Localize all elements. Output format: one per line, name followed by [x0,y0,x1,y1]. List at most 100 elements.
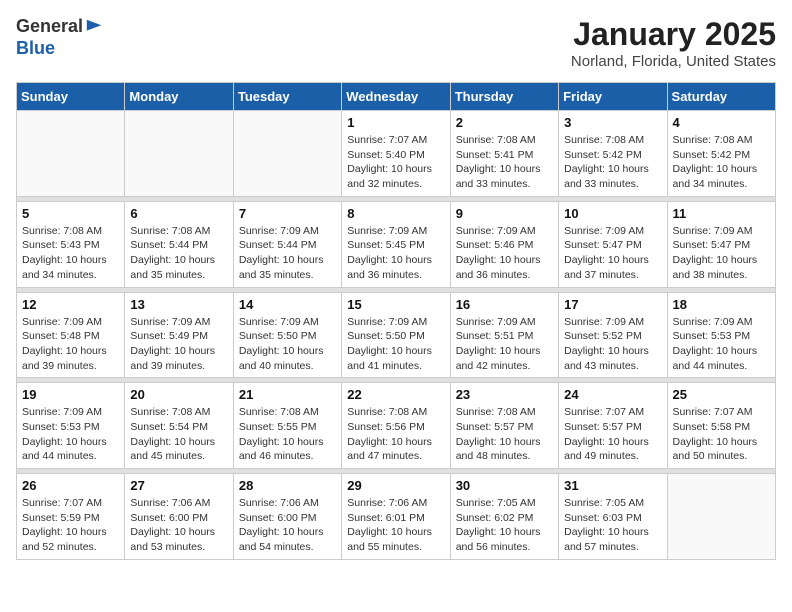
day-info: Sunrise: 7:09 AM Sunset: 5:48 PM Dayligh… [22,315,119,374]
day-info: Sunrise: 7:08 AM Sunset: 5:44 PM Dayligh… [130,224,227,283]
day-number: 25 [673,387,770,402]
day-info: Sunrise: 7:09 AM Sunset: 5:47 PM Dayligh… [673,224,770,283]
calendar-cell: 23 Sunrise: 7:08 AM Sunset: 5:57 PM Dayli… [450,383,558,469]
day-number: 8 [347,206,444,221]
calendar-week-row: 19 Sunrise: 7:09 AM Sunset: 5:53 PM Dayli… [17,383,776,469]
day-info: Sunrise: 7:09 AM Sunset: 5:44 PM Dayligh… [239,224,336,283]
day-info: Sunrise: 7:07 AM Sunset: 5:58 PM Dayligh… [673,405,770,464]
calendar-cell: 20Sunrise: 7:08 AM Sunset: 5:54 PM Dayli… [125,383,233,469]
calendar-cell: 1Sunrise: 7:07 AM Sunset: 5:40 PM Daylig… [342,111,450,197]
day-info: Sunrise: 7:08 AM Sunset: 5:57 PM Dayligh… [456,405,553,464]
calendar-week-row: 5 Sunrise: 7:08 AM Sunset: 5:43 PM Daylig… [17,201,776,287]
calendar-cell: 26 Sunrise: 7:07 AM Sunset: 5:59 PM Dayli… [17,474,125,560]
calendar-cell: 12 Sunrise: 7:09 AM Sunset: 5:48 PM Dayli… [17,292,125,378]
logo: General Blue [16,16,103,59]
calendar-cell: 7 Sunrise: 7:09 AM Sunset: 5:44 PM Daylig… [233,201,341,287]
calendar-cell: 18 Sunrise: 7:09 AM Sunset: 5:53 PM Dayli… [667,292,775,378]
day-number: 19 [22,387,119,402]
day-number: 15 [347,297,444,312]
calendar-cell: 16 Sunrise: 7:09 AM Sunset: 5:51 PM Dayli… [450,292,558,378]
calendar-cell: 15 Sunrise: 7:09 AM Sunset: 5:50 PM Dayli… [342,292,450,378]
day-info: Sunrise: 7:09 AM Sunset: 5:51 PM Dayligh… [456,315,553,374]
calendar-cell: 9 Sunrise: 7:09 AM Sunset: 5:46 PM Daylig… [450,201,558,287]
day-number: 21 [239,387,336,402]
day-info: Sunrise: 7:06 AM Sunset: 6:00 PM Dayligh… [130,496,227,555]
logo-general: General [16,16,83,38]
calendar-cell: 13Sunrise: 7:09 AM Sunset: 5:49 PM Dayli… [125,292,233,378]
day-info: Sunrise: 7:07 AM Sunset: 5:40 PM Dayligh… [347,133,444,192]
calendar-week-row: 12 Sunrise: 7:09 AM Sunset: 5:48 PM Dayli… [17,292,776,378]
calendar-cell: 2Sunrise: 7:08 AM Sunset: 5:41 PM Daylig… [450,111,558,197]
day-number: 9 [456,206,553,221]
calendar-cell: 28Sunrise: 7:06 AM Sunset: 6:00 PM Dayli… [233,474,341,560]
calendar-cell: 3 Sunrise: 7:08 AM Sunset: 5:42 PM Daylig… [559,111,667,197]
day-number: 30 [456,478,553,493]
day-number: 7 [239,206,336,221]
day-number: 27 [130,478,227,493]
weekday-header-row: SundayMondayTuesdayWednesdayThursdayFrid… [17,83,776,111]
day-number: 17 [564,297,661,312]
day-info: Sunrise: 7:09 AM Sunset: 5:50 PM Dayligh… [347,315,444,374]
day-number: 3 [564,115,661,130]
calendar-cell: 14Sunrise: 7:09 AM Sunset: 5:50 PM Dayli… [233,292,341,378]
day-info: Sunrise: 7:05 AM Sunset: 6:03 PM Dayligh… [564,496,661,555]
weekday-header-sunday: Sunday [17,83,125,111]
day-number: 12 [22,297,119,312]
calendar-cell [125,111,233,197]
calendar-cell: 31 Sunrise: 7:05 AM Sunset: 6:03 PM Dayli… [559,474,667,560]
calendar-cell: 8 Sunrise: 7:09 AM Sunset: 5:45 PM Daylig… [342,201,450,287]
day-number: 23 [456,387,553,402]
calendar-subtitle: Norland, Florida, United States [571,53,776,70]
calendar-cell: 25 Sunrise: 7:07 AM Sunset: 5:58 PM Dayli… [667,383,775,469]
day-info: Sunrise: 7:08 AM Sunset: 5:42 PM Dayligh… [673,133,770,192]
day-info: Sunrise: 7:09 AM Sunset: 5:52 PM Dayligh… [564,315,661,374]
day-info: Sunrise: 7:08 AM Sunset: 5:55 PM Dayligh… [239,405,336,464]
day-number: 6 [130,206,227,221]
calendar-cell: 19 Sunrise: 7:09 AM Sunset: 5:53 PM Dayli… [17,383,125,469]
day-info: Sunrise: 7:09 AM Sunset: 5:53 PM Dayligh… [673,315,770,374]
calendar-cell: 17 Sunrise: 7:09 AM Sunset: 5:52 PM Dayli… [559,292,667,378]
page-header: General Blue January 2025 Norland, Flori… [16,16,776,70]
calendar-table: SundayMondayTuesdayWednesdayThursdayFrid… [16,82,776,560]
calendar-cell: 24Sunrise: 7:07 AM Sunset: 5:57 PM Dayli… [559,383,667,469]
day-info: Sunrise: 7:08 AM Sunset: 5:43 PM Dayligh… [22,224,119,283]
day-info: Sunrise: 7:08 AM Sunset: 5:56 PM Dayligh… [347,405,444,464]
calendar-cell: 4 Sunrise: 7:08 AM Sunset: 5:42 PM Daylig… [667,111,775,197]
weekday-header-tuesday: Tuesday [233,83,341,111]
day-number: 11 [673,206,770,221]
day-number: 20 [130,387,227,402]
day-number: 28 [239,478,336,493]
weekday-header-saturday: Saturday [667,83,775,111]
day-number: 31 [564,478,661,493]
day-number: 5 [22,206,119,221]
day-info: Sunrise: 7:07 AM Sunset: 5:59 PM Dayligh… [22,496,119,555]
calendar-cell [667,474,775,560]
calendar-cell: 29Sunrise: 7:06 AM Sunset: 6:01 PM Dayli… [342,474,450,560]
day-info: Sunrise: 7:09 AM Sunset: 5:50 PM Dayligh… [239,315,336,374]
calendar-cell [17,111,125,197]
weekday-header-thursday: Thursday [450,83,558,111]
title-block: January 2025 Norland, Florida, United St… [571,16,776,70]
day-info: Sunrise: 7:08 AM Sunset: 5:42 PM Dayligh… [564,133,661,192]
day-number: 29 [347,478,444,493]
calendar-cell: 30Sunrise: 7:05 AM Sunset: 6:02 PM Dayli… [450,474,558,560]
calendar-week-row: 26 Sunrise: 7:07 AM Sunset: 5:59 PM Dayli… [17,474,776,560]
day-number: 2 [456,115,553,130]
day-number: 10 [564,206,661,221]
calendar-title: January 2025 [571,16,776,53]
weekday-header-monday: Monday [125,83,233,111]
logo-flag-icon [85,18,103,36]
day-number: 26 [22,478,119,493]
day-info: Sunrise: 7:09 AM Sunset: 5:45 PM Dayligh… [347,224,444,283]
day-number: 18 [673,297,770,312]
calendar-cell: 27 Sunrise: 7:06 AM Sunset: 6:00 PM Dayli… [125,474,233,560]
day-number: 16 [456,297,553,312]
day-info: Sunrise: 7:09 AM Sunset: 5:53 PM Dayligh… [22,405,119,464]
weekday-header-wednesday: Wednesday [342,83,450,111]
day-number: 24 [564,387,661,402]
day-info: Sunrise: 7:09 AM Sunset: 5:46 PM Dayligh… [456,224,553,283]
calendar-week-row: 1Sunrise: 7:07 AM Sunset: 5:40 PM Daylig… [17,111,776,197]
day-number: 4 [673,115,770,130]
logo-blue: Blue [16,38,103,60]
weekday-header-friday: Friday [559,83,667,111]
